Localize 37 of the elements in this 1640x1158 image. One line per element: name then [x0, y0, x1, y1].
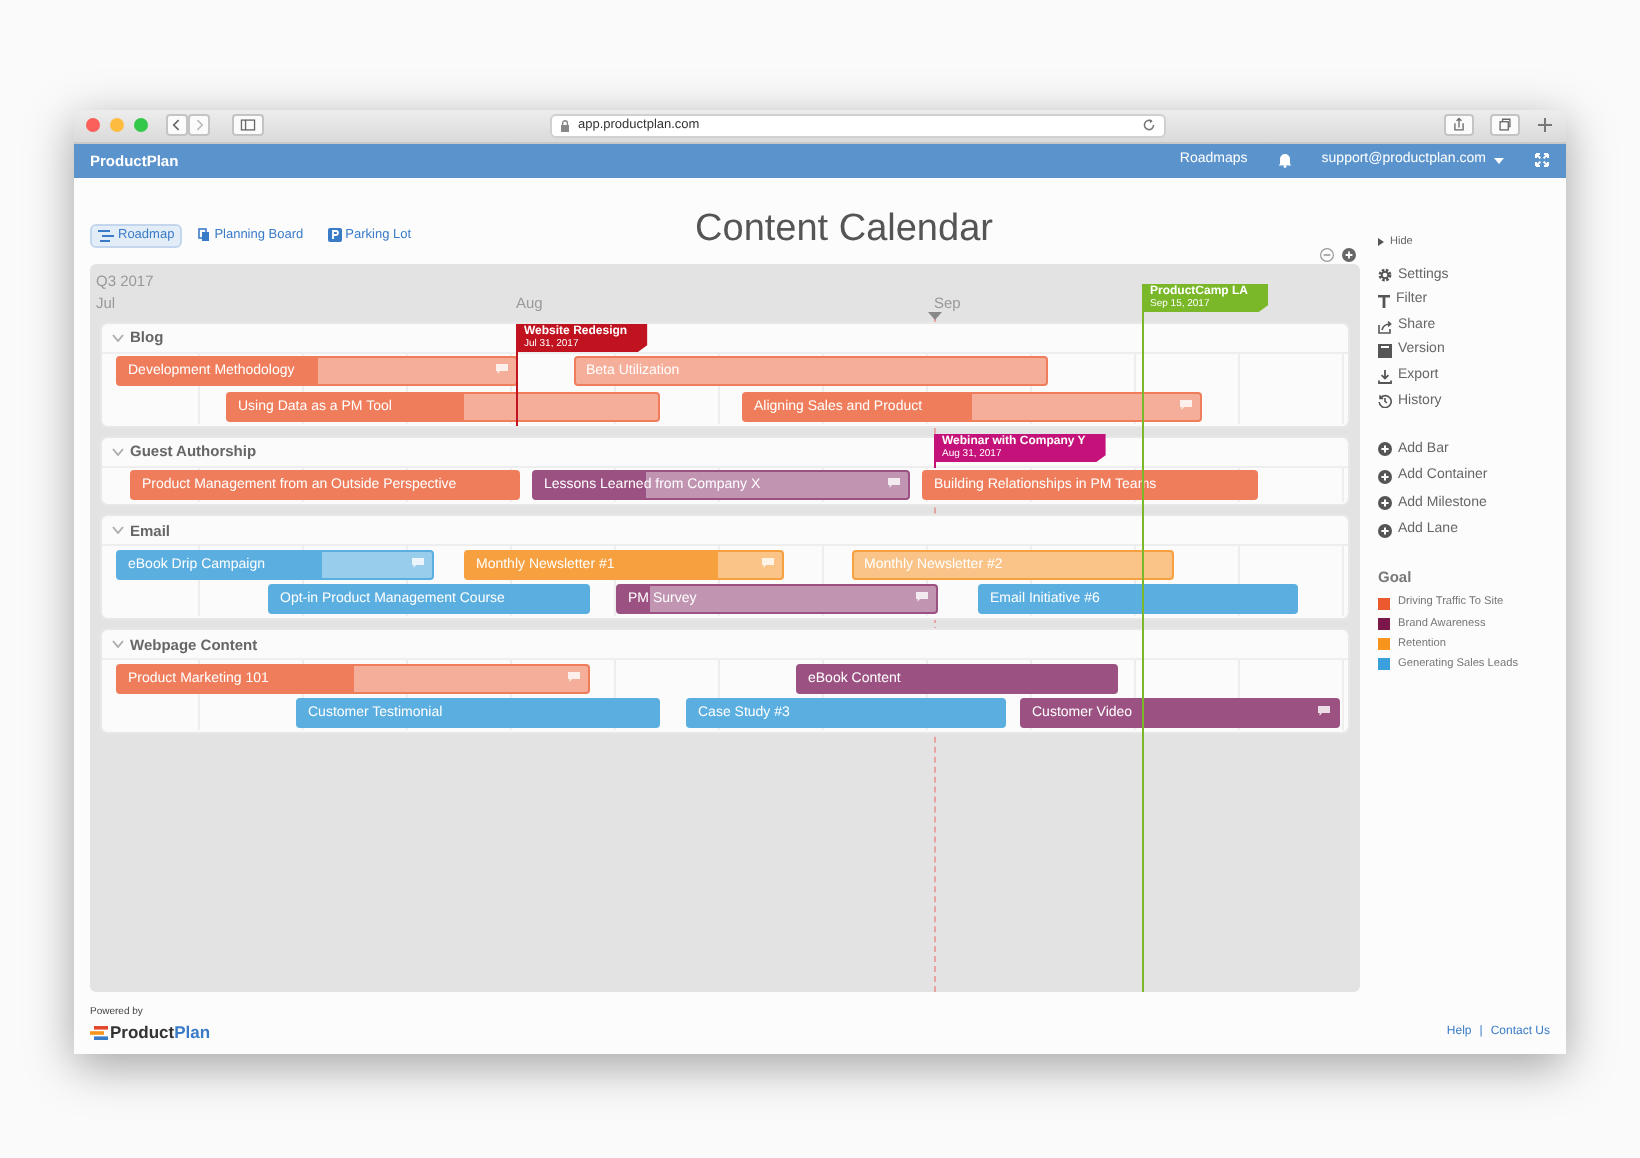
page-title: Content Calendar [695, 210, 993, 249]
list-icon [98, 229, 114, 242]
funnel-icon [1378, 294, 1390, 309]
zoom-in-icon[interactable] [1342, 247, 1356, 262]
expand-icon[interactable] [1534, 152, 1550, 169]
bell-icon[interactable] [1277, 152, 1292, 169]
square-icon [1378, 344, 1392, 359]
plus-icon [1378, 496, 1392, 511]
new-tab-icon[interactable] [1536, 116, 1554, 135]
zoom-out-icon[interactable] [1320, 247, 1334, 262]
history-icon [1378, 394, 1392, 409]
pages-icon [198, 228, 211, 243]
back-icon[interactable] [166, 114, 188, 137]
plus-icon [1378, 469, 1392, 484]
comment-icon[interactable] [1318, 706, 1330, 717]
download-icon [1378, 369, 1392, 384]
triangle-icon [1378, 238, 1384, 247]
comment-icon[interactable] [916, 592, 928, 603]
chevron-icon[interactable] [112, 333, 124, 342]
chevron-icon[interactable] [112, 640, 124, 649]
logo-icon [90, 1026, 108, 1041]
plus-icon [1378, 523, 1392, 538]
comment-icon[interactable] [888, 478, 900, 489]
gear-icon [1378, 268, 1392, 283]
share-icon[interactable] [1444, 114, 1474, 137]
sidebar-icon[interactable] [232, 114, 264, 137]
lock-icon [560, 119, 570, 132]
forward-icon[interactable] [188, 114, 210, 137]
plus-icon [1378, 442, 1392, 457]
tabs-icon[interactable] [1490, 114, 1520, 137]
parking-icon [327, 228, 342, 243]
share-icon [1378, 319, 1392, 334]
chevron-icon[interactable] [112, 447, 124, 456]
logo-text: ProductPlan [110, 1020, 211, 1046]
chevron-icon[interactable] [112, 526, 124, 535]
reload-icon[interactable] [1142, 118, 1156, 133]
caret-icon [1494, 157, 1504, 164]
